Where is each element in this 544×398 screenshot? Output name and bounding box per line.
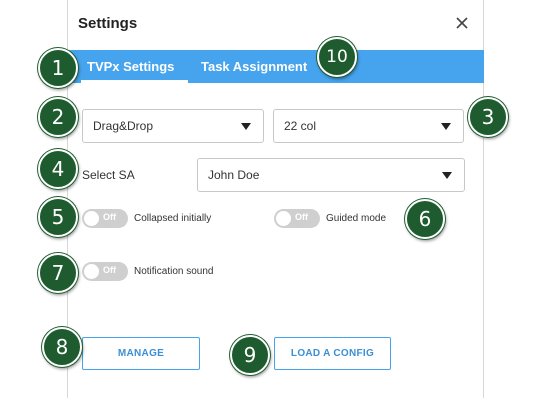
annotation-badge-9: 9 [230, 335, 270, 375]
select-sa-label: Select SA [82, 168, 135, 182]
chevron-down-icon [442, 172, 452, 179]
notification-toggle[interactable]: Off [82, 262, 128, 281]
columns-select[interactable]: 22 col [273, 109, 464, 143]
load-config-button[interactable]: LOAD A CONFIG [274, 337, 391, 370]
annotation-badge-1: 1 [38, 48, 78, 88]
toggle-state: Off [295, 212, 308, 222]
close-icon[interactable] [451, 12, 473, 34]
annotation-badge-7: 7 [38, 253, 78, 293]
annotation-badge-5: 5 [38, 197, 78, 237]
annotation-badge-10: 10 [317, 37, 357, 77]
tab-task-assignment[interactable]: Task Assignment [201, 50, 307, 83]
guided-mode-toggle[interactable]: Off [274, 209, 320, 228]
toggle-state: Off [103, 265, 116, 275]
collapsed-toggle[interactable]: Off [82, 209, 128, 228]
annotation-badge-2: 2 [38, 97, 78, 137]
tab-bar: TVPx Settings Task Assignment [67, 50, 484, 83]
active-tab-indicator [81, 80, 188, 83]
sa-select-value: John Doe [208, 168, 260, 182]
dialog-title: Settings [78, 15, 138, 32]
toggle-knob [84, 211, 99, 226]
columns-select-value: 22 col [284, 119, 317, 133]
annotation-badge-4: 4 [38, 149, 78, 189]
manage-button[interactable]: MANAGE [82, 337, 200, 370]
chevron-down-icon [441, 123, 451, 130]
annotation-badge-3: 3 [468, 97, 508, 137]
notification-label: Notification sound [134, 266, 214, 277]
annotation-badge-8: 8 [42, 327, 82, 367]
collapsed-label: Collapsed initially [134, 213, 212, 224]
mode-select-value: Drag&Drop [93, 119, 154, 133]
mode-select[interactable]: Drag&Drop [82, 109, 264, 143]
sa-select[interactable]: John Doe [197, 158, 465, 192]
chevron-down-icon [241, 123, 251, 130]
annotation-badge-6: 6 [405, 199, 445, 239]
toggle-knob [276, 211, 291, 226]
toggle-knob [84, 264, 99, 279]
tab-tvpx-settings[interactable]: TVPx Settings [87, 50, 174, 83]
toggle-state: Off [103, 212, 116, 222]
guided-mode-label: Guided mode [326, 213, 387, 224]
